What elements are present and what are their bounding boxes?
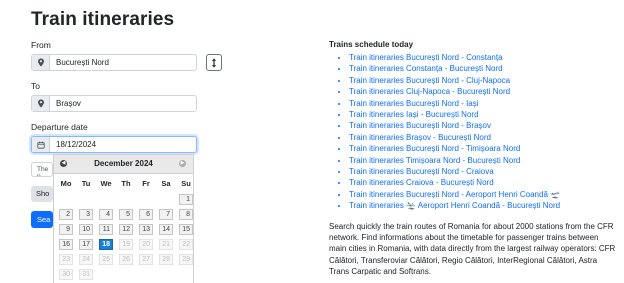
schedule-links: Train itineraries București Nord - Const… xyxy=(329,52,619,212)
from-field[interactable]: București Nord xyxy=(31,54,197,71)
schedule-link[interactable]: Train itineraries Cluj-Napoca - Bucureșt… xyxy=(349,86,619,97)
schedule-link[interactable]: Train itineraries București Nord - Iași xyxy=(349,98,619,109)
calendar-day[interactable]: 9 xyxy=(59,224,73,235)
calendar-day[interactable]: 18 xyxy=(99,239,113,250)
calendar-day[interactable]: 3 xyxy=(79,209,93,220)
calendar-icon xyxy=(32,137,50,152)
calendar-day: 28 xyxy=(159,254,173,265)
calendar-day[interactable]: 13 xyxy=(139,224,153,235)
calendar-day: 31 xyxy=(79,269,93,280)
partial-field[interactable]: The p xyxy=(31,162,53,177)
weekday-header: Tu xyxy=(81,179,91,188)
calendar-day[interactable]: 14 xyxy=(159,224,173,235)
map-pin-icon xyxy=(32,96,50,111)
calendar-day[interactable]: 16 xyxy=(59,239,73,250)
calendar-day: 30 xyxy=(59,269,73,280)
schedule-link[interactable]: Train itineraries București Nord - Craio… xyxy=(349,166,619,177)
from-input[interactable]: București Nord xyxy=(56,58,109,67)
calendar-day[interactable]: 4 xyxy=(99,209,113,220)
swap-vertical-icon xyxy=(211,58,217,67)
weekday-header: Mo xyxy=(60,179,72,188)
schedule-link[interactable]: Train itineraries Craiova - București No… xyxy=(349,177,619,188)
datepicker: ◀ December 2024 ▶ Mo Tu We Th Fr Sa Su 1 2 3 4 5 6 7 8… xyxy=(53,154,194,283)
datepicker-header: ◀ December 2024 ▶ xyxy=(54,155,193,174)
calendar-day[interactable]: 15 xyxy=(179,224,193,235)
calendar-day[interactable]: 10 xyxy=(79,224,93,235)
datepicker-month: December 2024 xyxy=(94,159,153,168)
calendar-day[interactable]: 7 xyxy=(159,209,173,220)
calendar-day[interactable]: 2 xyxy=(59,209,73,220)
calendar-day: 29 xyxy=(179,254,193,265)
date-field[interactable]: 18/12/2024 xyxy=(31,136,197,153)
schedule-panel: Trains schedule today Train itineraries … xyxy=(329,40,619,277)
schedule-link[interactable]: Train itineraries Constanța - București … xyxy=(349,63,619,74)
schedule-link[interactable]: Train itineraries Timișoara Nord - Bucur… xyxy=(349,155,619,166)
calendar-day[interactable]: 17 xyxy=(79,239,93,250)
date-input[interactable]: 18/12/2024 xyxy=(56,140,96,149)
page-title: Train itineraries xyxy=(31,9,175,30)
calendar-day: 27 xyxy=(139,254,153,265)
search-button[interactable]: Sea xyxy=(31,211,53,228)
calendar-day: 26 xyxy=(119,254,133,265)
calendar-day: 25 xyxy=(99,254,113,265)
weekday-header: Su xyxy=(181,179,191,188)
calendar-day[interactable]: 1 xyxy=(179,194,193,205)
show-button[interactable]: Sho xyxy=(31,186,53,202)
schedule-link[interactable]: Train itineraries București Nord - Cluj-… xyxy=(349,75,619,86)
schedule-title: Trains schedule today xyxy=(329,40,414,49)
schedule-link[interactable]: Train itineraries București Nord - Aerop… xyxy=(349,189,619,200)
schedule-link[interactable]: Train itineraries Brașov - București Nor… xyxy=(349,132,619,143)
calendar-day: 20 xyxy=(139,239,153,250)
schedule-link[interactable]: Train itineraries București Nord - Const… xyxy=(349,52,619,63)
weekday-header: Sa xyxy=(161,179,171,188)
weekday-header: Fr xyxy=(142,179,150,188)
weekday-header: Th xyxy=(121,179,131,188)
calendar-day[interactable]: 5 xyxy=(119,209,133,220)
schedule-link[interactable]: Train itineraries București Nord - Brașo… xyxy=(349,120,619,131)
swap-button[interactable] xyxy=(206,54,222,71)
chevron-right-icon[interactable]: ▶ xyxy=(179,160,186,167)
schedule-link[interactable]: Train itineraries Iași - București Nord xyxy=(349,109,619,120)
calendar-day[interactable]: 6 xyxy=(139,209,153,220)
calendar-day[interactable]: 11 xyxy=(99,224,113,235)
from-label: From xyxy=(31,40,51,50)
schedule-link[interactable]: Train itineraries București Nord - Timiș… xyxy=(349,143,619,154)
map-pin-icon xyxy=(32,55,50,70)
calendar-day[interactable]: 8 xyxy=(179,209,193,220)
to-label: To xyxy=(31,81,40,91)
calendar-day[interactable]: 12 xyxy=(119,224,133,235)
to-field[interactable]: Brașov xyxy=(31,95,197,112)
calendar-day: 22 xyxy=(179,239,193,250)
calendar-day: 21 xyxy=(159,239,173,250)
weekday-header: We xyxy=(100,179,112,188)
calendar-day: 23 xyxy=(59,254,73,265)
calendar-day: 24 xyxy=(79,254,93,265)
calendar-day: 19 xyxy=(119,239,133,250)
to-input[interactable]: Brașov xyxy=(56,99,81,108)
date-label: Departure date xyxy=(31,122,88,132)
schedule-description: Search quickly the train routes of Roman… xyxy=(329,221,616,276)
schedule-link[interactable]: Train itineraries 🛬 Aeroport Henri Coand… xyxy=(349,200,619,211)
